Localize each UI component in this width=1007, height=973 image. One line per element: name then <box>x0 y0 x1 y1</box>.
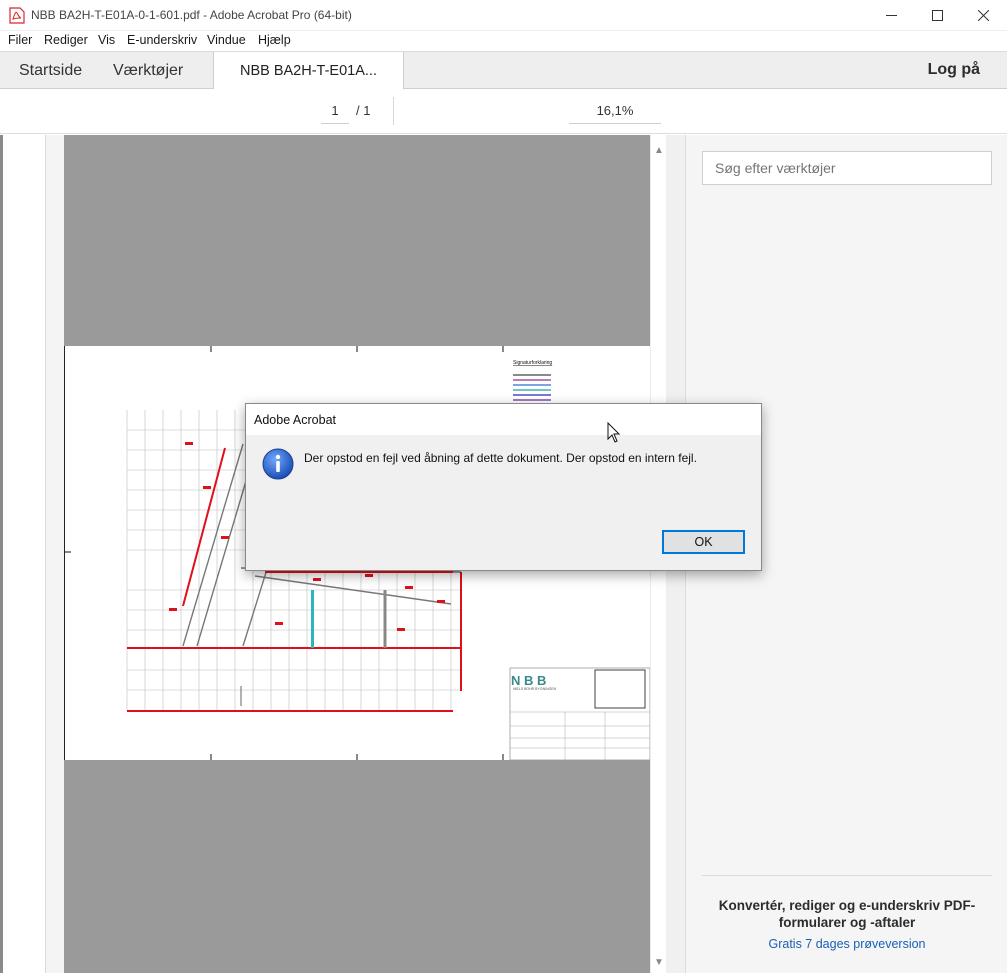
menu-bar: Filer Rediger Vis E-underskriv Vindue Hj… <box>0 31 1007 51</box>
login-button[interactable]: Log på <box>928 61 980 79</box>
tab-bar: Startside Værktøjer NBB BA2H-T-E01A... L… <box>0 51 1007 90</box>
close-button[interactable] <box>960 0 1006 31</box>
menu-rediger[interactable]: Rediger <box>44 33 88 47</box>
free-trial-link[interactable]: Gratis 7 dages prøveversion <box>702 937 992 951</box>
window-title: NBB BA2H-T-E01A-0-1-601.pdf - Adobe Acro… <box>31 8 352 22</box>
title-block-logo: N B B <box>511 673 546 688</box>
toolbar: 1 / 1 16,1% <box>0 89 1007 134</box>
left-navigation-pane <box>3 135 46 973</box>
tab-document[interactable]: NBB BA2H-T-E01A... <box>213 52 404 90</box>
zoom-input[interactable]: 16,1% <box>569 100 661 124</box>
promo-divider <box>702 875 992 876</box>
document-background-top <box>64 135 650 346</box>
menu-filer[interactable]: Filer <box>8 33 32 47</box>
promo-title: Konvertér, rediger og e-underskriv PDF-f… <box>718 898 976 930</box>
minimize-icon <box>885 15 897 16</box>
document-background-bottom <box>64 760 650 973</box>
tab-home[interactable]: Startside <box>19 52 82 89</box>
menu-hjaelp[interactable]: Hjælp <box>258 33 291 47</box>
tool-search-input[interactable] <box>702 151 992 185</box>
mouse-cursor-icon <box>607 422 621 443</box>
toolbar-divider <box>393 97 394 125</box>
menu-e-underskriv[interactable]: E-underskriv <box>127 33 197 47</box>
error-dialog: Adobe Acrobat Der opstod en fejl ved åbn… <box>245 403 762 571</box>
ok-button[interactable]: OK <box>662 530 745 554</box>
svg-text:Signaturforklaring: Signaturforklaring <box>513 360 552 366</box>
page-number-input[interactable]: 1 <box>321 100 349 124</box>
menu-vindue[interactable]: Vindue <box>207 33 246 47</box>
dialog-message: Der opstod en fejl ved åbning af dette d… <box>304 451 697 465</box>
scroll-up-icon[interactable]: ▲ <box>653 145 665 157</box>
scroll-down-icon[interactable]: ▼ <box>653 957 665 969</box>
maximize-icon <box>931 10 943 21</box>
title-block-company: NIELS BOHR BYGNINGEN <box>513 687 557 691</box>
dialog-title: Adobe Acrobat <box>246 404 761 435</box>
page-total: / 1 <box>356 103 371 118</box>
minimize-button[interactable] <box>868 0 914 31</box>
maximize-button[interactable] <box>914 0 960 31</box>
close-icon <box>977 10 989 21</box>
acrobat-pdf-icon <box>9 7 25 24</box>
information-icon <box>262 448 294 480</box>
tab-tools[interactable]: Værktøjer <box>113 52 183 89</box>
title-bar: NBB BA2H-T-E01A-0-1-601.pdf - Adobe Acro… <box>0 0 1007 31</box>
menu-vis[interactable]: Vis <box>98 33 115 47</box>
